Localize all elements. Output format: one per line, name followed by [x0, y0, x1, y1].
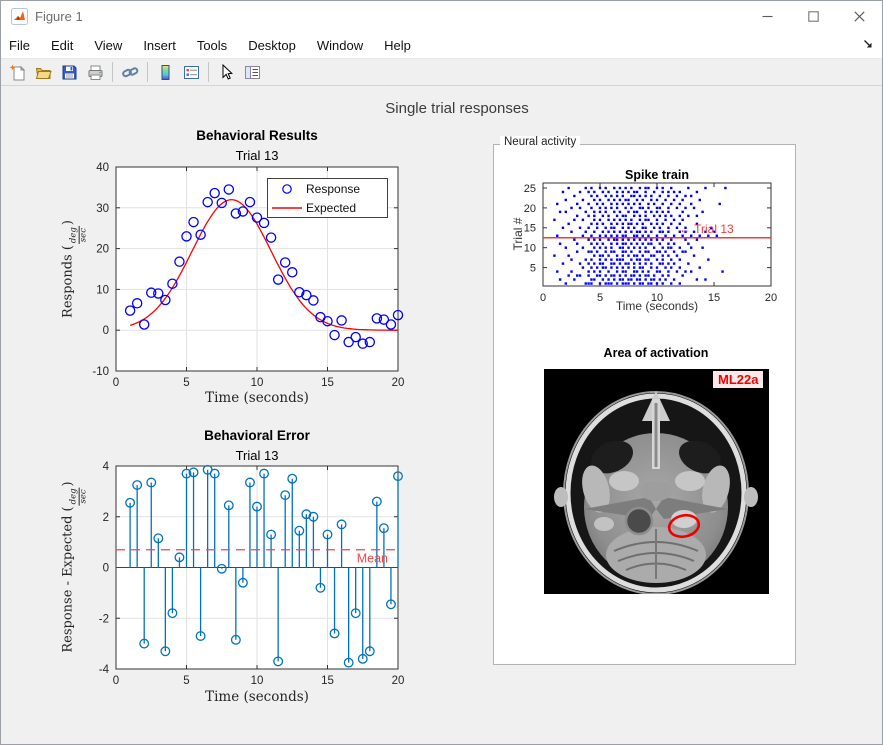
toolbar-separator — [112, 62, 113, 82]
window-title: Figure 1 — [35, 9, 83, 24]
mri-badge: ML22a — [713, 371, 763, 388]
brain-mri-image — [544, 369, 769, 594]
legend-label-response: Response — [306, 182, 360, 196]
edit-plot-button[interactable] — [214, 60, 238, 84]
open-folder-icon — [35, 64, 52, 81]
new-figure-icon — [9, 64, 26, 81]
menu-insert[interactable]: Insert — [143, 34, 187, 57]
figure-toolbar — [1, 58, 882, 86]
legend-row-response: Response — [268, 179, 387, 198]
response-marker — [268, 183, 306, 195]
new-figure-button[interactable] — [5, 60, 29, 84]
maximize-button[interactable] — [790, 1, 836, 32]
legend-row-expected: Expected — [268, 198, 387, 217]
menu-tools[interactable]: Tools — [197, 34, 238, 57]
legend-icon — [183, 64, 200, 81]
menu-desktop[interactable]: Desktop — [248, 34, 307, 57]
titlebar[interactable]: Figure 1 — [1, 1, 882, 32]
figure-window: Figure 1 File Edit View Insert Tools Des… — [0, 0, 883, 745]
save-icon — [61, 64, 78, 81]
response-circle-icon — [281, 183, 293, 195]
dock-figure-icon[interactable] — [862, 38, 874, 50]
toolbar-separator — [208, 62, 209, 82]
toolbar-separator — [147, 62, 148, 82]
minimize-button[interactable] — [744, 1, 790, 32]
insert-colorbar-button[interactable] — [153, 60, 177, 84]
plot-legend: Response Expected — [267, 178, 388, 218]
menubar: File Edit View Insert Tools Desktop Wind… — [1, 32, 882, 58]
maximize-icon — [808, 11, 819, 22]
link-icon — [122, 64, 139, 81]
colorbar-icon — [157, 64, 174, 81]
close-button[interactable] — [836, 1, 882, 32]
property-inspector-icon — [244, 64, 261, 81]
close-icon — [854, 11, 865, 22]
expected-marker — [268, 206, 306, 210]
property-inspector-button[interactable] — [240, 60, 264, 84]
minimize-icon — [762, 11, 773, 22]
insert-legend-button[interactable] — [179, 60, 203, 84]
menu-help[interactable]: Help — [384, 34, 422, 57]
menu-view[interactable]: View — [94, 34, 133, 57]
expected-line-icon — [272, 206, 302, 210]
pointer-icon — [218, 64, 235, 81]
print-icon — [87, 64, 104, 81]
legend-label-expected: Expected — [306, 201, 356, 215]
open-file-button[interactable] — [31, 60, 55, 84]
matlab-app-icon — [11, 8, 28, 25]
save-figure-button[interactable] — [57, 60, 81, 84]
menu-edit[interactable]: Edit — [51, 34, 84, 57]
link-plot-button[interactable] — [118, 60, 142, 84]
print-figure-button[interactable] — [83, 60, 107, 84]
menu-window[interactable]: Window — [317, 34, 374, 57]
menu-file[interactable]: File — [9, 34, 41, 57]
